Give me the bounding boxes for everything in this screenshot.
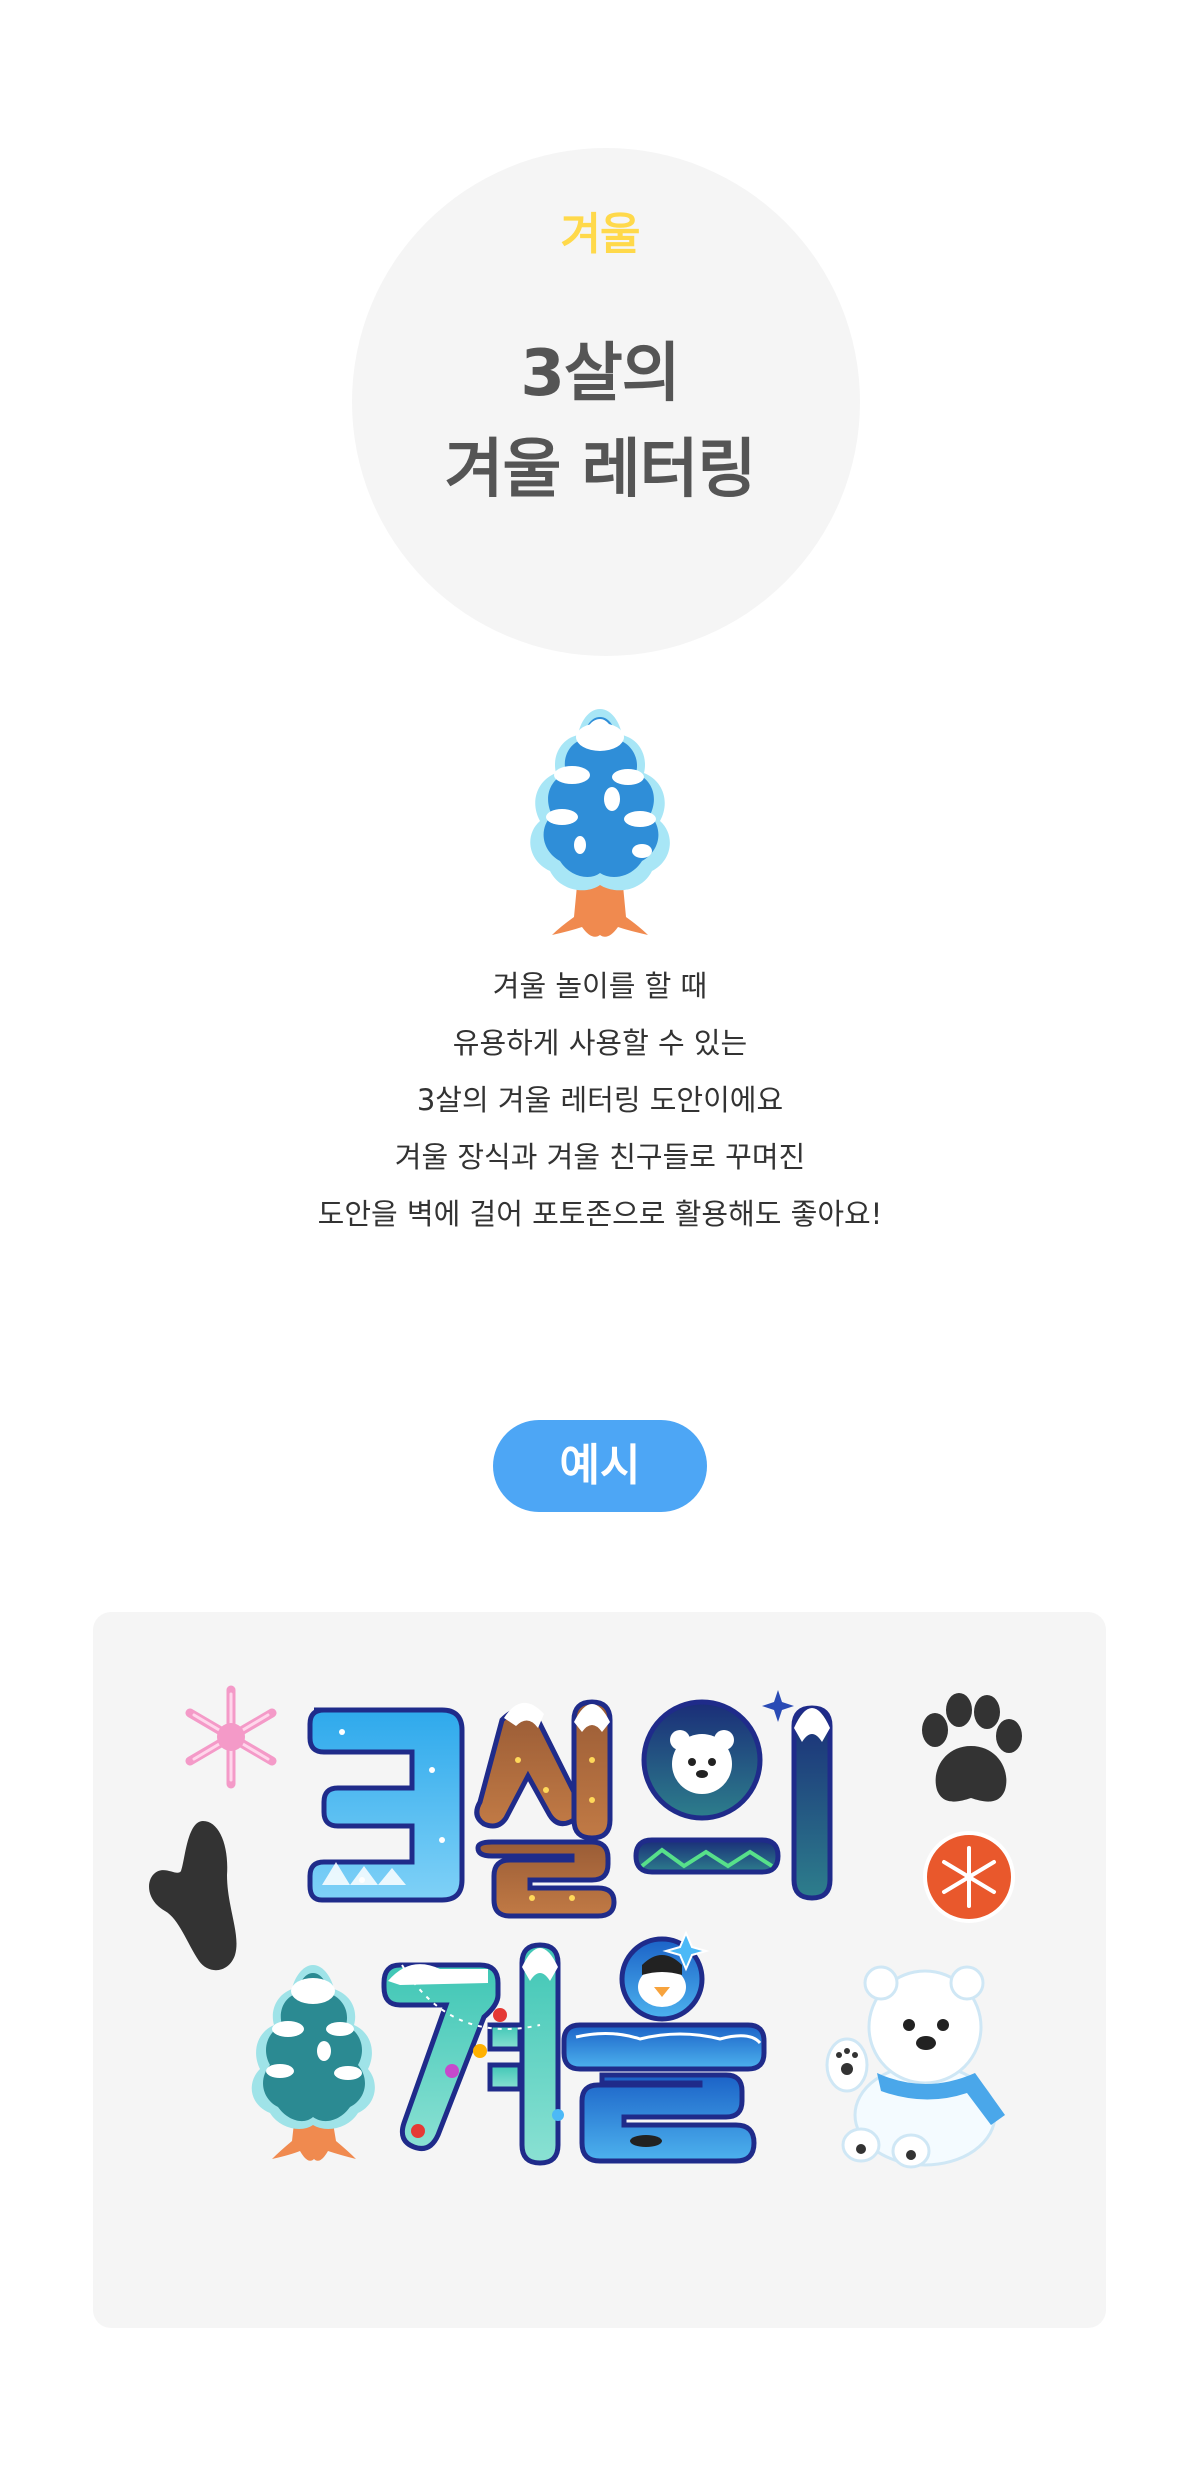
lettering-line2 [381, 1930, 767, 2166]
snow-tree-icon [251, 1965, 375, 2161]
orange-ornament-icon [923, 1831, 1015, 1923]
snow-tree-icon [530, 709, 670, 937]
paw-print-icon [922, 1693, 1022, 1802]
lettering-line1 [307, 1690, 833, 1919]
description-line: 겨울 놀이를 할 때 [492, 969, 708, 1003]
polar-bear-icon [825, 1965, 1005, 2169]
page-title-line1: 3살의 [520, 337, 680, 411]
description-line: 겨울 장식과 겨울 친구들로 꾸며진 [394, 1140, 806, 1174]
footprint-icon [149, 1821, 237, 1971]
description-line: 도안을 벽에 걸어 포토존으로 활용해도 좋아요! [317, 1197, 883, 1231]
snowflake-icon [185, 1685, 277, 1789]
example-badge: 예시 [493, 1420, 707, 1512]
description-line: 유용하게 사용할 수 있는 [452, 1026, 748, 1060]
description-line: 3살의 겨울 레터링 도안이에요 [416, 1083, 784, 1117]
page-title-line2: 겨울 레터링 [444, 433, 757, 507]
season-label: 겨울 [560, 209, 641, 260]
